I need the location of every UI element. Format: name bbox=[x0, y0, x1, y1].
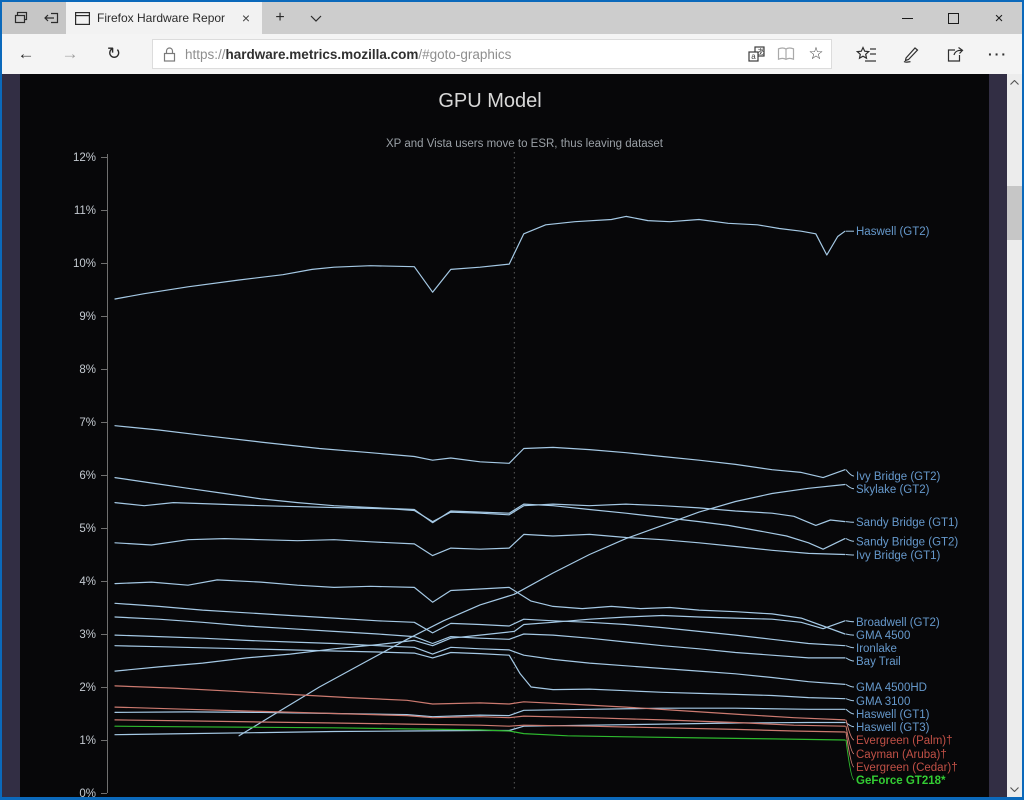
svg-text:3%: 3% bbox=[79, 629, 96, 641]
tab-close-button[interactable]: × bbox=[239, 10, 253, 26]
browser-window: Firefox Hardware Repor × + × ← → ↻ https… bbox=[0, 0, 1024, 800]
svg-text:GMA 4500: GMA 4500 bbox=[856, 630, 910, 642]
share-icon bbox=[947, 46, 963, 62]
svg-text:2%: 2% bbox=[79, 682, 96, 694]
tabs-collection-icon bbox=[14, 11, 28, 24]
svg-text:8%: 8% bbox=[79, 364, 96, 376]
svg-text:0%: 0% bbox=[79, 788, 96, 797]
share-button[interactable] bbox=[932, 34, 976, 74]
favorites-hub-button[interactable] bbox=[844, 34, 888, 74]
url-fragment: /#goto-graphics bbox=[418, 46, 512, 62]
gpu-chart-panel: 0% 1% 2% 3% 4% 5% 6% 7% 8% 9% 10% 11% 12% Haswell (GT… bbox=[20, 74, 989, 797]
svg-text:Skylake (GT2): Skylake (GT2) bbox=[856, 484, 930, 496]
svg-text:Cayman (Aruba)†: Cayman (Aruba)† bbox=[856, 749, 947, 761]
hub-buttons: ··· bbox=[844, 34, 1020, 74]
scroll-up-button[interactable] bbox=[1007, 74, 1022, 90]
set-aside-arrow-icon bbox=[43, 12, 58, 24]
url-host: hardware.metrics.mozilla.com bbox=[225, 46, 419, 62]
tab-page-icon bbox=[75, 11, 90, 25]
svg-text:Ivy Bridge (GT1): Ivy Bridge (GT1) bbox=[856, 550, 941, 562]
svg-text:Evergreen (Cedar)†: Evergreen (Cedar)† bbox=[856, 762, 958, 774]
translate-button[interactable]: あ a bbox=[741, 40, 771, 68]
tab-bar: Firefox Hardware Repor × + × bbox=[2, 2, 1022, 34]
book-icon bbox=[777, 47, 795, 61]
address-bar[interactable]: https://hardware.metrics.mozilla.com/#go… bbox=[152, 39, 832, 69]
svg-text:1%: 1% bbox=[79, 735, 96, 747]
svg-text:9%: 9% bbox=[79, 311, 96, 323]
more-icon: ··· bbox=[988, 46, 1008, 62]
svg-text:GMA 3100: GMA 3100 bbox=[856, 696, 910, 708]
svg-text:12%: 12% bbox=[73, 152, 96, 164]
navigation-toolbar: ← → ↻ https://hardware.metrics.mozilla.c… bbox=[2, 34, 1022, 74]
minimize-button[interactable] bbox=[884, 2, 930, 34]
page-scrollbar[interactable] bbox=[1007, 74, 1022, 797]
url-text: https://hardware.metrics.mozilla.com/#go… bbox=[185, 47, 741, 62]
svg-text:Broadwell (GT2): Broadwell (GT2) bbox=[856, 617, 940, 629]
window-close-button[interactable]: × bbox=[976, 2, 1022, 34]
window-close-icon: × bbox=[994, 9, 1004, 27]
chart-annotation: XP and Vista users move to ESR, thus lea… bbox=[385, 138, 663, 150]
svg-text:11%: 11% bbox=[74, 205, 96, 217]
new-tab-button[interactable]: + bbox=[262, 2, 298, 34]
minimize-icon bbox=[901, 17, 913, 19]
tab-list-dropdown-button[interactable] bbox=[298, 2, 334, 34]
lock-icon bbox=[163, 46, 176, 62]
chevron-up-icon bbox=[1010, 79, 1019, 85]
tab-aside-actions bbox=[2, 2, 66, 34]
svg-text:Haswell (GT3): Haswell (GT3) bbox=[856, 722, 930, 734]
add-favorite-button[interactable]: ☆ bbox=[801, 40, 831, 68]
svg-text:Ivy Bridge (GT2): Ivy Bridge (GT2) bbox=[856, 471, 941, 483]
svg-text:Haswell (GT2): Haswell (GT2) bbox=[856, 226, 930, 238]
chevron-down-icon bbox=[1010, 786, 1019, 792]
settings-more-button[interactable]: ··· bbox=[976, 34, 1020, 74]
forward-button[interactable]: → bbox=[48, 34, 92, 74]
chart-title: GPU Model bbox=[438, 90, 542, 112]
url-scheme: https:// bbox=[185, 46, 226, 62]
svg-text:Haswell (GT1): Haswell (GT1) bbox=[856, 709, 930, 721]
translate-icon: あ a bbox=[747, 46, 765, 62]
tabs-set-aside-list-button[interactable] bbox=[6, 2, 36, 34]
svg-text:a: a bbox=[751, 52, 756, 61]
svg-text:GMA 4500HD: GMA 4500HD bbox=[856, 682, 927, 694]
svg-text:Sandy Bridge (GT1): Sandy Bridge (GT1) bbox=[856, 517, 958, 529]
tab-firefox-hardware-report[interactable]: Firefox Hardware Repor × bbox=[66, 2, 262, 34]
scrollbar-thumb[interactable] bbox=[1007, 186, 1022, 240]
svg-text:4%: 4% bbox=[79, 576, 96, 588]
maximize-icon bbox=[947, 12, 959, 24]
windows-ink-button[interactable] bbox=[888, 34, 932, 74]
set-tabs-aside-button[interactable] bbox=[36, 2, 66, 34]
reading-view-button[interactable] bbox=[771, 40, 801, 68]
tab-title: Firefox Hardware Repor bbox=[97, 11, 226, 25]
tabbar-spacer bbox=[334, 2, 884, 34]
page-viewport: 0% 1% 2% 3% 4% 5% 6% 7% 8% 9% 10% 11% 12% Haswell (GT… bbox=[2, 74, 1022, 797]
pen-icon bbox=[903, 46, 919, 63]
svg-text:7%: 7% bbox=[79, 417, 96, 429]
svg-text:GeForce GT218*: GeForce GT218* bbox=[856, 775, 946, 787]
back-button[interactable]: ← bbox=[4, 34, 48, 74]
star-list-icon bbox=[855, 45, 876, 62]
chevron-down-icon bbox=[310, 15, 322, 22]
star-icon: ☆ bbox=[808, 44, 824, 63]
svg-text:Ironlake: Ironlake bbox=[856, 643, 897, 655]
maximize-button[interactable] bbox=[930, 2, 976, 34]
refresh-button[interactable]: ↻ bbox=[92, 34, 136, 74]
svg-text:Bay Trail: Bay Trail bbox=[856, 656, 901, 668]
scroll-down-button[interactable] bbox=[1007, 781, 1022, 797]
svg-text:Sandy Bridge (GT2): Sandy Bridge (GT2) bbox=[856, 536, 958, 548]
svg-text:5%: 5% bbox=[79, 523, 96, 535]
gpu-model-chart: 0% 1% 2% 3% 4% 5% 6% 7% 8% 9% 10% 11% 12% Haswell (GT… bbox=[73, 152, 958, 797]
svg-text:10%: 10% bbox=[73, 258, 96, 270]
svg-text:6%: 6% bbox=[79, 470, 96, 482]
svg-text:Evergreen (Palm)†: Evergreen (Palm)† bbox=[856, 735, 953, 747]
